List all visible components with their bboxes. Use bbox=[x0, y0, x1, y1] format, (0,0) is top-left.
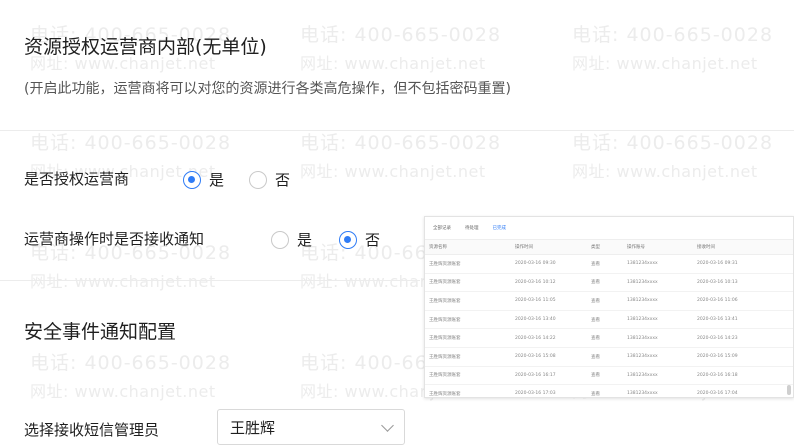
table-cell: 王胜辉资源账套 bbox=[425, 273, 511, 293]
radio-unchecked-icon[interactable] bbox=[249, 170, 267, 189]
table-cell: 王胜辉资源账套 bbox=[425, 384, 511, 397]
chevron-down-icon bbox=[381, 418, 394, 432]
column-header: 资源名称 bbox=[425, 240, 511, 255]
records-tabs: 全部记录 待处理 已完成 bbox=[425, 217, 793, 240]
column-header: 接收时间 bbox=[693, 240, 793, 255]
table-row: 王胜辉资源账套 2020-03-16 17:03 查看 1381234xxxx 2020… bbox=[425, 384, 793, 397]
table-cell: 王胜辉资源账套 bbox=[425, 254, 511, 274]
table-row: 王胜辉资源账套 2020-03-16 16:17 查看 1381234xxxx 2020… bbox=[425, 366, 793, 386]
records-tab-all: 全部记录 bbox=[433, 226, 451, 231]
table-cell: 2020-03-16 11:06 bbox=[693, 291, 793, 311]
table-cell: 2020-03-16 16:17 bbox=[511, 366, 587, 386]
table-cell: 1381234xxxx bbox=[623, 254, 693, 274]
table-cell: 2020-03-16 16:18 bbox=[693, 366, 793, 386]
records-tab-done: 已完成 bbox=[492, 226, 507, 231]
table-cell: 查看 bbox=[587, 384, 623, 397]
receive-notification-no-option[interactable]: 否 bbox=[339, 229, 380, 250]
sms-admin-value: 王胜辉 bbox=[230, 418, 276, 437]
table-row: 王胜辉资源账套 2020-03-16 11:05 查看 1381234xxxx 2020… bbox=[425, 291, 793, 311]
table-cell: 查看 bbox=[587, 273, 623, 293]
table-cell: 2020-03-16 11:05 bbox=[511, 291, 587, 311]
authorize-operator-label: 是否授权运营商 bbox=[24, 170, 130, 188]
table-cell: 王胜辉资源账套 bbox=[425, 291, 511, 311]
table-cell: 2020-03-16 14:23 bbox=[693, 328, 793, 348]
table-cell: 1381234xxxx bbox=[623, 291, 693, 311]
authorize-operator-yes-label: 是 bbox=[209, 171, 225, 189]
table-cell: 1381234xxxx bbox=[623, 347, 693, 367]
auth-section-description: (开启此功能，运营商将可以对您的资源进行各类高危操作，但不包括密码重置) bbox=[24, 81, 511, 97]
table-row: 王胜辉资源账套 2020-03-16 09:30 查看 1381234xxxx 2020… bbox=[425, 254, 793, 274]
auth-section-title: 资源授权运营商内部(无单位) bbox=[24, 36, 267, 58]
authorize-operator-no-option[interactable]: 否 bbox=[249, 169, 290, 190]
radio-checked-icon[interactable] bbox=[183, 170, 201, 189]
records-table-body: 王胜辉资源账套 2020-03-16 09:30 查看 1381234xxxx 2020… bbox=[425, 254, 793, 397]
table-cell: 2020-03-16 10:13 bbox=[693, 273, 793, 293]
table-cell: 查看 bbox=[587, 254, 623, 274]
table-cell: 2020-03-16 10:12 bbox=[511, 273, 587, 293]
radio-checked-icon[interactable] bbox=[339, 230, 357, 249]
authorize-operator-no-label: 否 bbox=[275, 171, 291, 189]
column-header: 类型 bbox=[587, 240, 623, 255]
table-cell: 王胜辉资源账套 bbox=[425, 347, 511, 367]
table-cell: 2020-03-16 09:30 bbox=[511, 254, 587, 274]
divider bbox=[0, 280, 420, 281]
table-cell: 2020-03-16 17:03 bbox=[511, 384, 587, 397]
table-cell: 2020-03-16 13:41 bbox=[693, 310, 793, 330]
table-cell: 2020-03-16 14:22 bbox=[511, 328, 587, 348]
column-header: 操作时间 bbox=[511, 240, 587, 255]
table-cell: 2020-03-16 15:09 bbox=[693, 347, 793, 367]
receive-notification-label: 运营商操作时是否接收通知 bbox=[24, 230, 205, 248]
table-cell: 查看 bbox=[587, 347, 623, 367]
table-cell: 2020-03-16 13:40 bbox=[511, 310, 587, 330]
table-cell: 查看 bbox=[587, 310, 623, 330]
radio-unchecked-icon[interactable] bbox=[271, 230, 289, 249]
table-cell: 2020-03-16 15:08 bbox=[511, 347, 587, 367]
receive-notification-yes-label: 是 bbox=[297, 231, 313, 249]
table-cell: 查看 bbox=[587, 291, 623, 311]
table-cell: 1381234xxxx bbox=[623, 328, 693, 348]
auth-settings-panel: 资源授权运营商内部(无单位) (开启此功能，运营商将可以对您的资源进行各类高危操… bbox=[0, 0, 794, 445]
receive-notification-yes-option[interactable]: 是 bbox=[271, 229, 312, 250]
table-cell: 查看 bbox=[587, 328, 623, 348]
records-table: 资源名称 操作时间 类型 操作账号 接收时间 王胜辉资源账套 2020-03-16… bbox=[425, 240, 793, 397]
table-row: 王胜辉资源账套 2020-03-16 14:22 查看 1381234xxxx 2020… bbox=[425, 328, 793, 348]
table-cell: 2020-03-16 09:31 bbox=[693, 254, 793, 274]
sms-admin-select[interactable]: 王胜辉 bbox=[217, 409, 405, 445]
divider bbox=[0, 130, 794, 131]
table-cell: 王胜辉资源账套 bbox=[425, 328, 511, 348]
table-row: 王胜辉资源账套 2020-03-16 13:40 查看 1381234xxxx 2020… bbox=[425, 310, 793, 330]
table-cell: 王胜辉资源账套 bbox=[425, 310, 511, 330]
table-cell: 王胜辉资源账套 bbox=[425, 366, 511, 386]
records-table-header: 资源名称 操作时间 类型 操作账号 接收时间 bbox=[425, 240, 793, 255]
scrollbar[interactable] bbox=[787, 385, 791, 395]
table-cell: 查看 bbox=[587, 366, 623, 386]
table-cell: 1381234xxxx bbox=[623, 384, 693, 397]
column-header: 操作账号 bbox=[623, 240, 693, 255]
table-cell: 2020-03-16 17:04 bbox=[693, 384, 793, 397]
security-section-title: 安全事件通知配置 bbox=[24, 321, 177, 343]
table-cell: 1381234xxxx bbox=[623, 366, 693, 386]
table-row: 王胜辉资源账套 2020-03-16 10:12 查看 1381234xxxx 2020… bbox=[425, 273, 793, 293]
table-cell: 1381234xxxx bbox=[623, 310, 693, 330]
receive-notification-no-label: 否 bbox=[365, 231, 381, 249]
authorize-operator-yes-option[interactable]: 是 bbox=[183, 169, 224, 190]
table-row: 王胜辉资源账套 2020-03-16 15:08 查看 1381234xxxx 2020… bbox=[425, 347, 793, 367]
sms-admin-label: 选择接收短信管理员 bbox=[24, 421, 160, 439]
records-tab-pending: 待处理 bbox=[465, 226, 479, 231]
embedded-records-screenshot: 全部记录 待处理 已完成 资源名称 操作时间 类型 操作账号 接收时间 王胜辉资… bbox=[424, 216, 794, 398]
table-cell: 1381234xxxx bbox=[623, 273, 693, 293]
